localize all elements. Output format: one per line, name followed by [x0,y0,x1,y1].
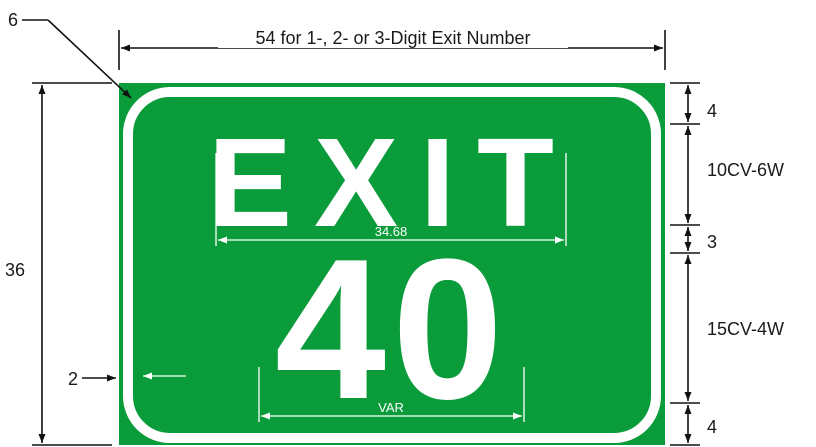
word-width-label: 34.68 [375,224,408,239]
top-margin-label: 4 [707,101,717,121]
sign-panel: EXIT 40 [119,83,665,445]
number-height-label: 15CV-4W [707,319,784,339]
height-dimension: 36 [5,82,112,446]
vertical-dimensions: 4 10CV-6W 3 15CV-4W 4 [670,82,784,446]
border-offset-label: 2 [68,369,78,389]
corner-radius-callout: 6 [8,10,132,99]
width-label: 54 for 1-, 2- or 3-Digit Exit Number [255,28,530,48]
width-dimension: 54 for 1-, 2- or 3-Digit Exit Number [118,28,666,70]
number-width-label: VAR [378,400,404,415]
exit-sign-diagram: EXIT 40 54 for 1-, 2- or 3-Digit Exit Nu… [5,10,784,446]
corner-radius-label: 6 [8,10,18,30]
line-gap-label: 3 [707,232,717,252]
word-height-label: 10CV-6W [707,160,784,180]
height-label: 36 [5,260,25,280]
bottom-margin-label: 4 [707,417,717,437]
